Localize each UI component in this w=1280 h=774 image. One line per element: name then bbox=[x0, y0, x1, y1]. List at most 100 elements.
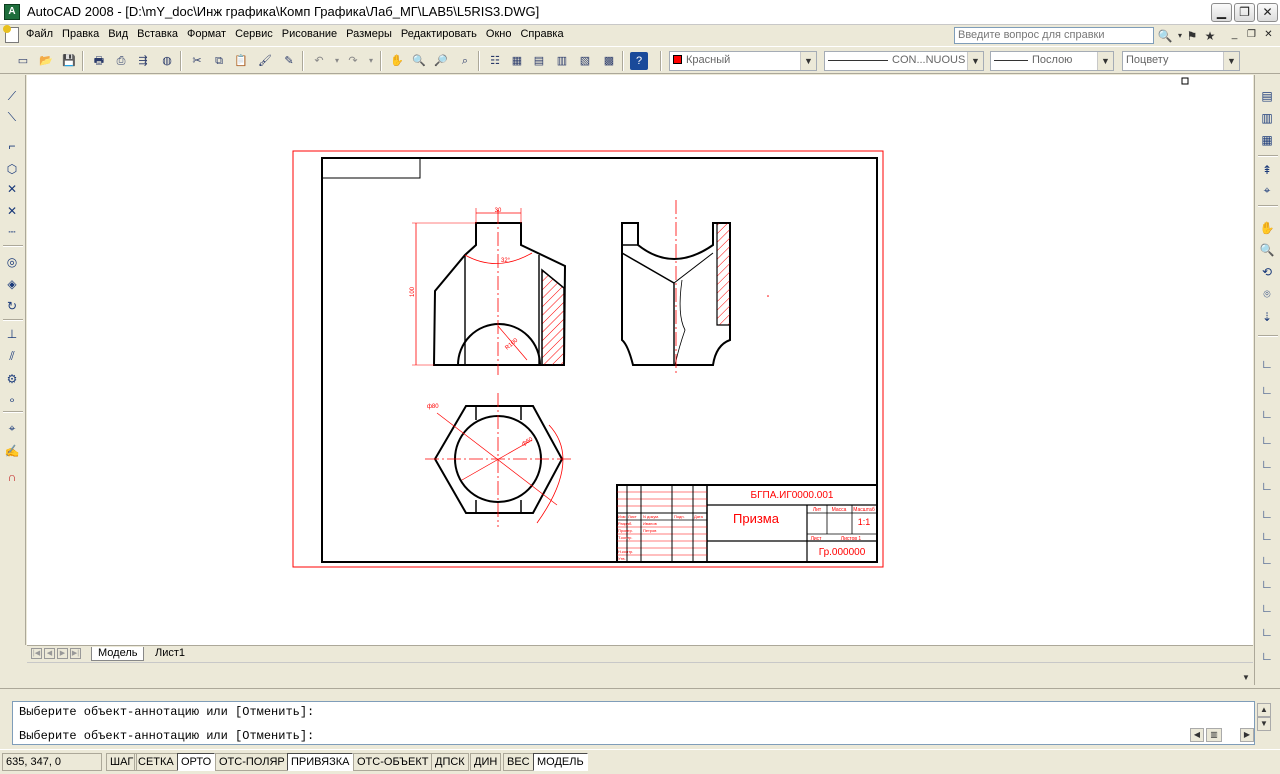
help-icon[interactable]: ? bbox=[630, 52, 648, 70]
spline-icon[interactable]: ↻ bbox=[3, 297, 21, 315]
ucs-world-icon[interactable]: ∟ bbox=[1258, 355, 1276, 373]
revision-cloud-icon[interactable]: ◈ bbox=[3, 275, 21, 293]
menu-file[interactable]: Файл bbox=[26, 28, 53, 40]
ucs-y-icon[interactable]: ∟ bbox=[1258, 575, 1276, 593]
block-editor-icon[interactable]: ✎ bbox=[280, 52, 298, 70]
restore-button[interactable]: ❐ bbox=[1234, 3, 1255, 22]
linetype-dropdown[interactable]: CON...NUOUS ▼ bbox=[824, 51, 984, 71]
layer-previous-icon[interactable]: ▦ bbox=[1258, 131, 1276, 149]
scroll-right-icon[interactable]: ▶ bbox=[1240, 728, 1254, 742]
menu-insert[interactable]: Вставка bbox=[137, 28, 178, 40]
dyn-toggle[interactable]: ДИН bbox=[470, 753, 502, 771]
zoom-window-icon[interactable]: 🔎 bbox=[432, 52, 450, 70]
zoom-realtime-icon[interactable]: 🔍 bbox=[410, 52, 428, 70]
scroll-left-icon[interactable]: ◀ bbox=[1190, 728, 1204, 742]
drawing-canvas[interactable]: 30 32° 100 R100 ф80 ф60 БГПА.ИГ0000.001 … bbox=[27, 75, 1253, 645]
calculator-icon[interactable]: ▩ bbox=[600, 52, 618, 70]
hatch-lines-icon[interactable]: ⫽ bbox=[3, 347, 21, 365]
match-properties-icon[interactable]: 🖌 bbox=[256, 52, 274, 70]
hatch-icon[interactable]: ⌖ bbox=[3, 419, 21, 437]
menu-format[interactable]: Формат bbox=[187, 28, 226, 40]
redo-dropdown-icon[interactable]: ▾ bbox=[362, 52, 380, 70]
tool-palettes-icon[interactable]: ▤ bbox=[530, 52, 548, 70]
ucs-previous-icon[interactable]: ∟ bbox=[1258, 381, 1276, 399]
next-tab-icon[interactable]: ▶ bbox=[57, 648, 68, 659]
scroll-down-icon[interactable]: ▼ bbox=[1240, 672, 1252, 684]
communication-center-icon[interactable]: ⚑ bbox=[1184, 28, 1200, 44]
redo-icon[interactable]: ↷ bbox=[344, 52, 362, 70]
menu-window[interactable]: Окно bbox=[486, 28, 512, 40]
minimize-button[interactable]: ▁ bbox=[1211, 3, 1232, 22]
color-dropdown[interactable]: Красный ▼ bbox=[669, 51, 817, 71]
menu-dimension[interactable]: Размеры bbox=[346, 28, 392, 40]
ellipse-icon[interactable]: ⊥ bbox=[3, 325, 21, 343]
save-icon[interactable]: 💾 bbox=[60, 52, 78, 70]
orbit-icon[interactable]: ⟲ bbox=[1258, 263, 1276, 281]
layer-state-icon[interactable]: ▥ bbox=[1258, 109, 1276, 127]
chevron-down-icon[interactable]: ▼ bbox=[967, 52, 983, 70]
grid-toggle[interactable]: СЕТКА bbox=[134, 753, 178, 771]
plot-icon[interactable]: 🖶 bbox=[90, 52, 108, 70]
ucs-view-icon[interactable]: ∟ bbox=[1258, 455, 1276, 473]
lineweight-toggle[interactable]: ВЕС bbox=[503, 753, 534, 771]
ucs-x-icon[interactable]: ∟ bbox=[1258, 551, 1276, 569]
document-icon[interactable] bbox=[3, 25, 19, 43]
model-space-toggle[interactable]: МОДЕЛЬ bbox=[533, 753, 588, 771]
snap-toggle[interactable]: ШАГ bbox=[106, 753, 138, 771]
lineweight-dropdown[interactable]: Послою ▼ bbox=[990, 51, 1114, 71]
tab-model[interactable]: Модель bbox=[91, 647, 145, 661]
insert-block-icon[interactable]: ⚙ bbox=[3, 370, 21, 388]
scroll-down-icon[interactable]: ▼ bbox=[1257, 717, 1271, 731]
scroll-up-icon[interactable]: ▲ bbox=[1257, 703, 1271, 717]
menu-tools[interactable]: Сервис bbox=[235, 28, 273, 40]
ucs-apply-icon[interactable]: ∟ bbox=[1258, 623, 1276, 641]
cut-icon[interactable]: ✂ bbox=[188, 52, 206, 70]
first-tab-icon[interactable]: |◀ bbox=[31, 648, 42, 659]
ucs-zaxis-icon[interactable]: ∟ bbox=[1258, 505, 1276, 523]
new-file-icon[interactable]: ▭ bbox=[14, 52, 32, 70]
ucs-3point-icon[interactable]: ∟ bbox=[1258, 527, 1276, 545]
construction-line-icon[interactable]: ⟍ bbox=[3, 108, 21, 126]
osnap-toggle[interactable]: ПРИВЯЗКА bbox=[287, 753, 354, 771]
help-search-input[interactable]: Введите вопрос для справки bbox=[954, 27, 1154, 44]
menu-edit[interactable]: Правка bbox=[62, 28, 99, 40]
rectangle-icon[interactable]: ✕ bbox=[3, 180, 21, 198]
autocad-app-icon[interactable]: A bbox=[4, 4, 20, 20]
open-file-icon[interactable]: 📂 bbox=[37, 52, 55, 70]
horizontal-scroll-area[interactable] bbox=[27, 662, 1253, 684]
favorites-star-icon[interactable]: ★ bbox=[1202, 28, 1218, 44]
ortho-toggle[interactable]: ОРТО bbox=[177, 753, 216, 771]
last-tab-icon[interactable]: ▶| bbox=[70, 648, 81, 659]
doc-minimize-button[interactable]: _ bbox=[1228, 28, 1241, 41]
polyline-icon[interactable]: ⌐ bbox=[3, 137, 21, 155]
layer-properties-icon[interactable]: ▤ bbox=[1258, 87, 1276, 105]
arc-icon[interactable]: ✕ bbox=[3, 202, 21, 220]
ucs-manager-icon[interactable]: ∟ bbox=[1258, 647, 1276, 665]
chevron-down-icon[interactable]: ▼ bbox=[1097, 52, 1113, 70]
paste-icon[interactable]: 📋 bbox=[232, 52, 250, 70]
doc-restore-button[interactable]: ❐ bbox=[1245, 28, 1258, 41]
chevron-down-icon[interactable]: ▼ bbox=[1223, 52, 1239, 70]
ucs-face-icon[interactable]: ∟ bbox=[1258, 405, 1276, 423]
design-center-icon[interactable]: ▦ bbox=[508, 52, 526, 70]
pan-hand-icon[interactable]: ✋ bbox=[1258, 219, 1276, 237]
tab-layout1[interactable]: Лист1 bbox=[149, 647, 191, 661]
named-views-icon[interactable]: ⇞ bbox=[1258, 161, 1276, 179]
menu-view[interactable]: Вид bbox=[108, 28, 128, 40]
polar-toggle[interactable]: ОТС-ПОЛЯР bbox=[215, 753, 289, 771]
circle-icon[interactable]: ◎ bbox=[3, 253, 21, 271]
scroll-thumb[interactable]: ▥ bbox=[1206, 728, 1222, 742]
gradient-icon[interactable]: ✍ bbox=[3, 442, 21, 460]
zoom-previous-icon[interactable]: ⌕ bbox=[456, 52, 474, 70]
ducs-toggle[interactable]: ДПСК bbox=[431, 753, 469, 771]
line-icon[interactable]: ⟋ bbox=[3, 87, 21, 105]
3d-dwf-icon[interactable]: ◍ bbox=[158, 52, 176, 70]
pan-icon[interactable]: ✋ bbox=[388, 52, 406, 70]
walk-icon[interactable]: ⇣ bbox=[1258, 308, 1276, 326]
region-icon[interactable]: ∩ bbox=[3, 468, 21, 486]
search-icon[interactable]: 🔍 bbox=[1157, 28, 1173, 44]
command-prompt-line[interactable]: Выберите объект-аннотацию или [Отменить]… bbox=[19, 729, 314, 743]
ucs-z-icon[interactable]: ∟ bbox=[1258, 599, 1276, 617]
prev-tab-icon[interactable]: ◀ bbox=[44, 648, 55, 659]
chevron-down-icon[interactable]: ▼ bbox=[800, 52, 816, 70]
